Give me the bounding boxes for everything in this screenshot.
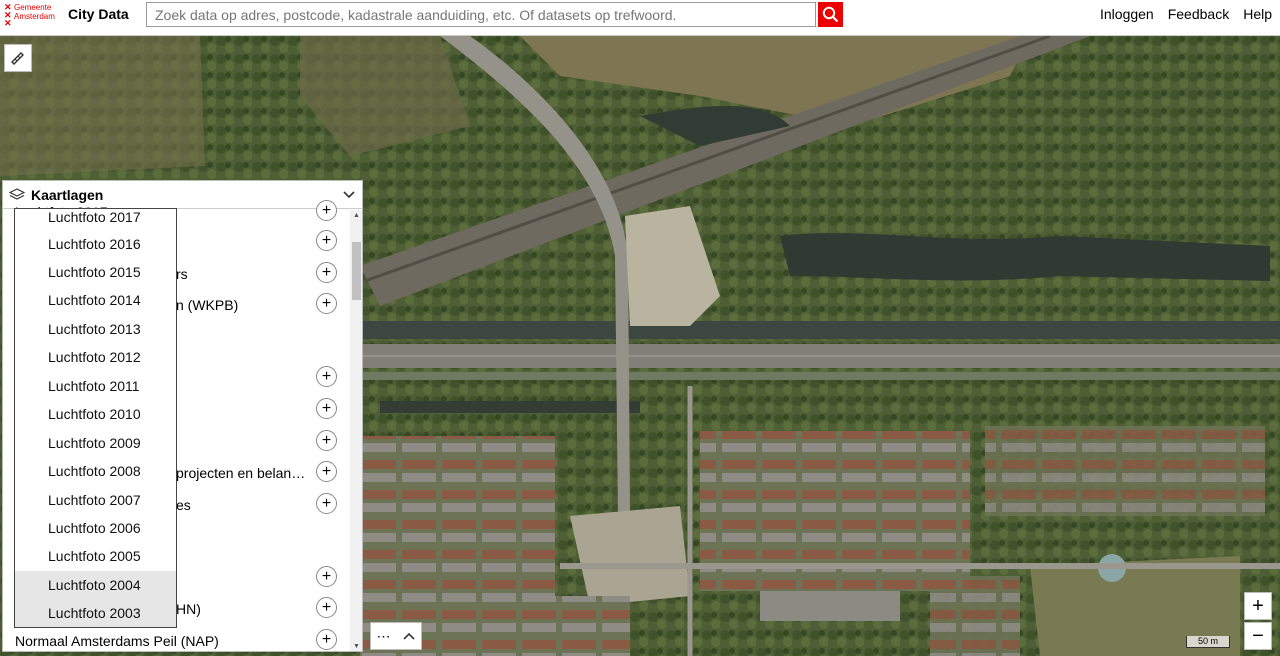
map-options-toggle[interactable]: ⋯ [370,622,422,650]
layer-label: n (WKPB) [176,297,239,313]
site-title[interactable]: City Data [68,6,129,22]
zoom-out-button[interactable]: − [1244,622,1272,650]
add-layer-button[interactable]: + [316,629,337,650]
andreas-crosses-icon: ✕ ✕ ✕ [4,2,12,28]
measure-tool-button[interactable] [4,44,32,72]
dropdown-option[interactable]: Luchtfoto 2011 [15,372,176,400]
aerial-photo-year-dropdown: Luchtfoto 2017 Luchtfoto 2016 Luchtfoto … [14,208,177,628]
layer-list-scrollbar[interactable]: ▲ ▼ [350,210,362,651]
add-layer-button[interactable]: + [316,230,337,251]
more-icon[interactable]: ⋯ [377,628,391,645]
search-icon [822,6,839,23]
add-layer-button[interactable]: + [316,262,337,283]
header-nav: Inloggen Feedback Help [1100,6,1280,22]
dropdown-option[interactable]: Luchtfoto 2006 [15,514,176,542]
feedback-link[interactable]: Feedback [1168,6,1229,22]
gemeente-amsterdam-logo[interactable]: ✕ ✕ ✕ Gemeente Amsterdam [4,3,60,31]
dropdown-option[interactable]: Luchtfoto 2010 [15,400,176,428]
help-link[interactable]: Help [1243,6,1272,22]
dropdown-option[interactable]: Luchtfoto 2004 [15,571,176,599]
dropdown-option[interactable]: Luchtfoto 2015 [15,258,176,286]
dropdown-option[interactable]: Luchtfoto 2016 [15,230,176,258]
add-layer-button[interactable]: + [316,461,337,482]
scroll-down-arrow-icon[interactable]: ▼ [353,643,360,650]
dropdown-option[interactable]: Luchtfoto 2003 [15,599,176,627]
dropdown-option[interactable]: Luchtfoto 2008 [15,457,176,485]
scroll-up-arrow-icon[interactable]: ▲ [353,212,360,219]
dropdown-option[interactable]: Luchtfoto 2017 [15,203,176,231]
layer-label: Normaal Amsterdams Peil (NAP) [15,633,219,649]
dropdown-option[interactable]: Luchtfoto 2014 [15,286,176,314]
scrollbar-thumb[interactable] [352,242,361,300]
header: ✕✕✕ Gemeente Amsterdam City Data Inlogge… [0,0,1280,36]
layer-label: projecten en belan… [176,465,306,481]
add-layer-button[interactable]: + [316,293,337,314]
add-layer-button[interactable]: + [316,430,337,451]
dropdown-option[interactable]: Luchtfoto 2013 [15,315,176,343]
search-input[interactable] [146,2,816,27]
dropdown-option[interactable]: Luchtfoto 2005 [15,542,176,570]
add-layer-button[interactable]: + [316,200,337,221]
scale-bar: 50 m [1186,636,1230,648]
search-button[interactable] [818,2,843,27]
layer-label: rs [176,266,188,282]
dropdown-option[interactable]: Luchtfoto 2009 [15,429,176,457]
layer-row[interactable]: Normaal Amsterdams Peil (NAP) + [3,625,349,651]
add-layer-button[interactable]: + [316,398,337,419]
ruler-pencil-icon [11,52,24,65]
dropdown-option[interactable]: Luchtfoto 2007 [15,486,176,514]
layer-label: es [176,497,191,513]
logo-line-1: Gemeente [14,3,52,12]
add-layer-button[interactable]: + [316,366,337,387]
chevron-up-icon[interactable] [402,631,416,641]
zoom-in-button[interactable]: + [1244,592,1272,620]
dropdown-option[interactable]: Luchtfoto 2012 [15,343,176,371]
add-layer-button[interactable]: + [316,493,337,514]
login-link[interactable]: Inloggen [1100,6,1154,22]
layer-label: HN) [176,601,201,617]
logo-line-2: Amsterdam [14,12,55,21]
add-layer-button[interactable]: + [316,597,337,618]
add-layer-button[interactable]: + [316,566,337,587]
